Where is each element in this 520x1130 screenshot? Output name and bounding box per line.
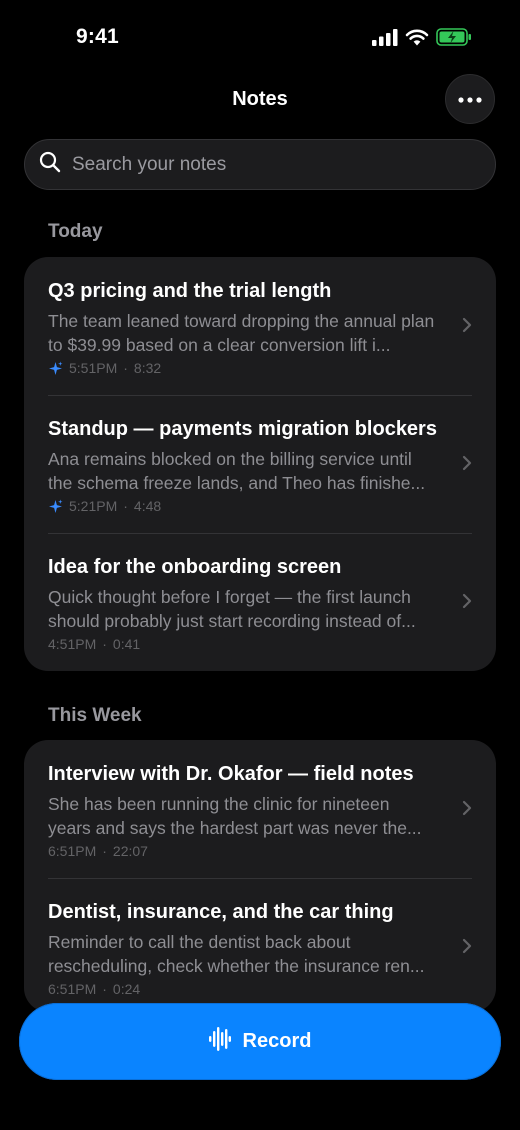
search-bar[interactable] [24, 139, 496, 190]
status-time: 9:41 [76, 25, 119, 48]
notes-screen: 9:41 Notes Search your notes Today Q3 pr… [0, 0, 520, 1130]
note-preview: She has been running the clinic for nine… [48, 794, 422, 838]
meta-separator: · [123, 498, 128, 514]
chevron-right-icon [462, 593, 472, 614]
note-time: 5:21PM [69, 498, 118, 514]
note-preview: Reminder to call the dentist back about … [48, 932, 425, 976]
page-title: Notes [232, 88, 288, 110]
note-time: 6:51PM [48, 981, 97, 997]
meta-separator: · [102, 981, 107, 997]
chevron-right-icon [462, 800, 472, 821]
note-meta: 5:51PM · 8:32 [48, 359, 436, 377]
record-button-label: Record [242, 1030, 312, 1052]
record-button[interactable]: Record [19, 1003, 501, 1080]
notes-card-today: Q3 pricing and the trial length The team… [24, 257, 496, 671]
note-title: Idea for the onboarding screen [48, 556, 342, 578]
note-title: Q3 pricing and the trial length [48, 280, 332, 302]
note-title: Standup — payments migration blockers [48, 418, 437, 440]
chevron-right-icon [462, 938, 472, 959]
note-row[interactable]: Standup — payments migration blockers An… [24, 395, 496, 533]
note-row[interactable]: Q3 pricing and the trial length The team… [24, 257, 496, 395]
meta-separator: · [123, 360, 128, 376]
status-icons [372, 28, 472, 46]
battery-charging-icon [436, 28, 472, 46]
ellipsis-icon [458, 90, 482, 108]
note-row[interactable]: Dentist, insurance, and the car thing Re… [24, 878, 496, 1012]
cellular-signal-icon [372, 28, 398, 46]
status-bar: 9:41 [0, 0, 520, 76]
note-meta: 6:51PM · 22:07 [48, 842, 436, 860]
notes-card-this-week: Interview with Dr. Okafor — field notes … [24, 740, 496, 1012]
search-input[interactable] [70, 152, 495, 177]
search-icon [39, 151, 61, 178]
note-duration: 22:07 [112, 843, 148, 859]
chevron-right-icon [462, 317, 472, 338]
note-duration: 0:41 [112, 636, 141, 652]
meta-separator: · [102, 636, 107, 652]
note-duration: 0:24 [112, 981, 141, 997]
note-preview: Ana remains blocked on the billing servi… [48, 449, 426, 493]
note-row[interactable]: Idea for the onboarding screen Quick tho… [24, 533, 496, 671]
sparkle-icon [48, 361, 63, 376]
note-preview: Quick thought before I forget — the firs… [48, 587, 416, 631]
note-preview: The team leaned toward dropping the annu… [48, 311, 435, 355]
note-duration: 4:48 [133, 498, 162, 514]
note-time: 4:51PM [48, 636, 97, 652]
waveform-icon [208, 1027, 231, 1056]
note-time: 5:51PM [69, 360, 118, 376]
sparkle-icon [48, 499, 63, 514]
more-options-button[interactable] [445, 74, 495, 124]
note-row[interactable]: Interview with Dr. Okafor — field notes … [24, 740, 496, 878]
note-meta: 4:51PM · 0:41 [48, 635, 436, 653]
chevron-right-icon [462, 455, 472, 476]
note-time: 6:51PM [48, 843, 97, 859]
note-meta: 6:51PM · 0:24 [48, 980, 436, 998]
note-duration: 8:32 [133, 360, 162, 376]
meta-separator: · [102, 843, 107, 859]
note-meta: 5:21PM · 4:48 [48, 497, 436, 515]
note-title: Dentist, insurance, and the car thing [48, 901, 394, 923]
wifi-icon [405, 29, 429, 46]
section-header-this-week: This Week [48, 705, 142, 726]
note-title: Interview with Dr. Okafor — field notes [48, 763, 414, 785]
section-header-today: Today [48, 221, 103, 242]
